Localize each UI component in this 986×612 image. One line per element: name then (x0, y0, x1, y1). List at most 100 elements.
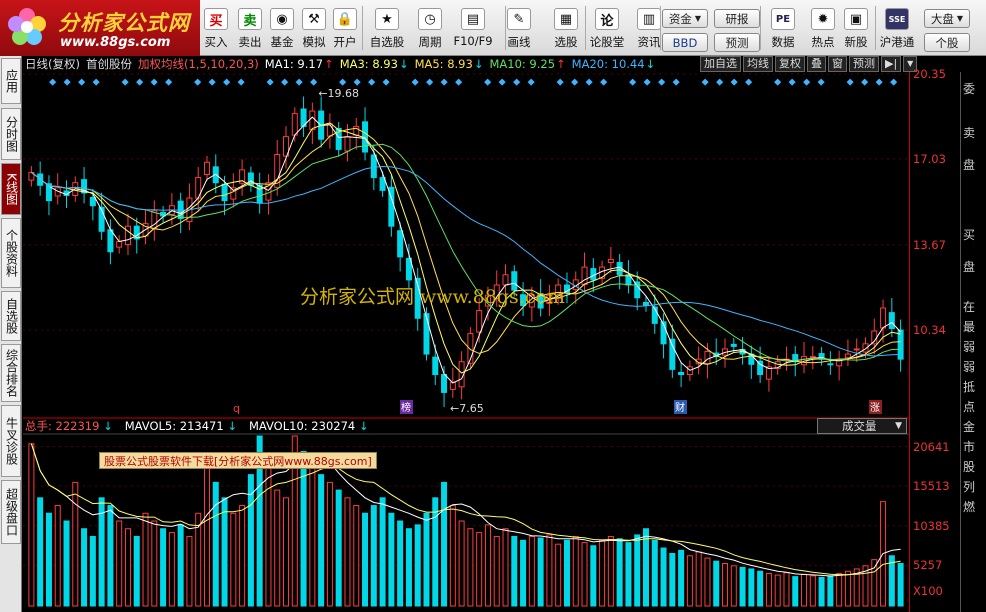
candle-body (853, 348, 860, 351)
forecast-button[interactable]: 预测 (714, 33, 760, 52)
ma10-line (31, 143, 901, 362)
signal-diamond-icon (774, 78, 782, 86)
signal-diamond-icon (498, 78, 506, 86)
side-tab-2[interactable]: K线图 (1, 163, 21, 215)
volume-bar (326, 481, 333, 607)
candle-body (809, 356, 816, 359)
quote-panel-label: 盘 (963, 158, 976, 172)
mavol10-value: MAVOL10: 230274 (248, 419, 356, 433)
side-tab-6[interactable]: 牛叉诊股 (1, 405, 21, 477)
newstock-button[interactable]: ▣ 新股 (838, 0, 874, 56)
volume-bar (212, 481, 219, 607)
chart-btn-6[interactable]: ▶| (881, 56, 902, 72)
volume-bar (142, 512, 149, 607)
candle-body (89, 197, 96, 207)
indicator-name[interactable]: 加权均线(1,5,10,20,3) (138, 56, 259, 72)
f10-icon: ▤ (461, 8, 485, 30)
volume-bar (792, 576, 799, 607)
candle-body (844, 353, 851, 359)
volume-bar (493, 535, 500, 607)
signal-diamond-icon (78, 78, 86, 86)
open-button[interactable]: 🔒 开户 (327, 0, 363, 56)
signal-diamond-icon (368, 78, 376, 86)
volume-bar (818, 576, 825, 607)
event-marker[interactable]: 榜 (400, 400, 413, 414)
ma10-arrow-icon: ↑ (556, 57, 566, 71)
draw-button[interactable]: ✎ 画线 (501, 0, 537, 56)
chart-btn-0[interactable]: 加自选 (700, 56, 741, 72)
buy-button[interactable]: 买买入 (198, 0, 234, 56)
fund-label: 基金 (270, 35, 294, 49)
side-tab-0[interactable]: 应用 (1, 58, 21, 104)
chart-btn-1[interactable]: 均线 (743, 56, 773, 72)
signal-diamond-icon (92, 78, 100, 86)
side-tab-1[interactable]: 分时图 (1, 108, 21, 160)
hkconnect-button[interactable]: SSE 沪港通 (879, 0, 915, 56)
fund-icon: ◉ (270, 8, 294, 30)
signal-diamond-icon (455, 78, 463, 86)
bbd-label: BBD (672, 35, 698, 50)
volume-bar (678, 549, 685, 607)
market-label: 大盘 (930, 11, 954, 26)
candle-body (309, 110, 316, 131)
pick-button[interactable]: ▦ 选股 (548, 0, 584, 56)
side-tab-5[interactable]: 综合排名 (1, 344, 21, 402)
chart-btn-5[interactable]: 预测 (849, 56, 879, 72)
quote-panel-label: 弱 (963, 360, 976, 374)
sell-label: 卖出 (238, 35, 262, 49)
event-marker[interactable]: 涨 (869, 400, 882, 414)
watch-button[interactable]: ★ 自选股 (369, 0, 405, 56)
quote-panel-label: 股 (963, 460, 976, 474)
volume-bar (757, 570, 764, 607)
signal-diamond-icon (121, 78, 129, 86)
forum-button[interactable]: 论论股堂 (589, 0, 625, 56)
fund-button[interactable]: ◉ 基金 (264, 0, 300, 56)
volume-bar (221, 497, 228, 607)
ma5-arrow-icon: ↓ (473, 57, 484, 71)
signal-diamond-icon (701, 78, 709, 86)
open-icon: 🔒 (333, 8, 357, 30)
quote-panel-label: 最 (963, 320, 976, 334)
mavol5-value: MAVOL5: 213471 (124, 419, 224, 433)
volume-bar (572, 535, 579, 607)
f10-button[interactable]: ▤ F10/F9 (453, 0, 493, 56)
signal-diamond-icon (643, 78, 651, 86)
event-marker-q[interactable]: q (233, 402, 240, 415)
toolbar-separator (585, 6, 586, 50)
kline-chart[interactable]: ←19.68 ←7.65 q 榜 财 涨 (23, 72, 909, 612)
data-icon: PE (771, 8, 795, 30)
indicator-select-value: 成交量 (842, 419, 877, 433)
capital-button[interactable]: 资金 ▼ (662, 9, 708, 28)
volume-bar (809, 575, 816, 607)
quote-panel-label: 点 (963, 400, 976, 414)
side-tab-7[interactable]: 超级盘口 (1, 480, 21, 544)
indiv-button[interactable]: 个股 (924, 33, 970, 52)
research-button[interactable]: 研报 (714, 9, 760, 28)
sell-button[interactable]: 卖卖出 (232, 0, 268, 56)
candle-body (344, 136, 351, 152)
candle-body (441, 374, 448, 393)
chart-button-group: 加自选 均线 复权叠窗预测 ▶| ▼ (700, 56, 918, 72)
period-label[interactable]: 日线(复权) (25, 56, 80, 72)
chart-btn-2[interactable]: 复权 (775, 56, 805, 72)
volume-bar (72, 481, 79, 607)
watch-icon: ★ (375, 8, 399, 30)
hot-button[interactable]: ✹ 热点 (805, 0, 841, 56)
ad-banner[interactable]: 股票公式股票软件下载[分析家公式网www.88gs.com] (99, 452, 377, 469)
quote-panel-label: 卖 (963, 126, 976, 140)
candle-body (888, 312, 895, 329)
market-button[interactable]: 大盘 ▼ (924, 9, 970, 28)
chart-btn-4[interactable]: 窗 (828, 56, 847, 72)
indicator-select[interactable]: 成交量 ▼ (817, 418, 907, 434)
event-marker[interactable]: 财 (674, 400, 687, 414)
volume-bar (81, 528, 88, 607)
side-tab-4[interactable]: 自选股 (1, 291, 21, 341)
side-tab-3[interactable]: 个股资料 (1, 218, 21, 288)
signal-diamond-icon (527, 78, 535, 86)
chart-btn-3[interactable]: 叠 (807, 56, 826, 72)
period-button[interactable]: ◷ 周期 (412, 0, 448, 56)
data-button[interactable]: PE 数据 (765, 0, 801, 56)
candle-body (37, 173, 44, 186)
bbd-button[interactable]: BBD (662, 33, 708, 52)
candle-body (353, 125, 360, 136)
